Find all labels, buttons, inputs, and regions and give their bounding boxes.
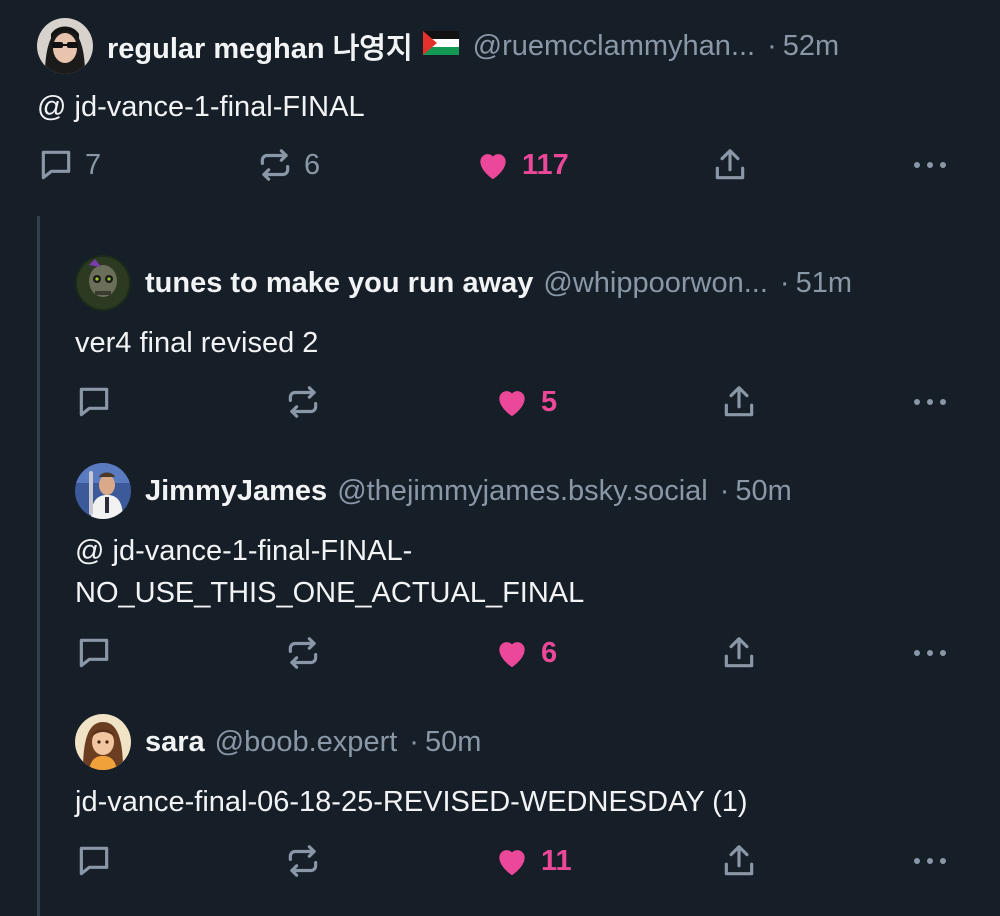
action-bar: 5 bbox=[0, 383, 1000, 423]
repost-icon bbox=[288, 637, 318, 669]
author-handle[interactable]: @whippoorwon... bbox=[543, 267, 768, 300]
repost-icon bbox=[260, 149, 290, 181]
post-time[interactable]: 50m bbox=[425, 726, 481, 759]
like-count: 11 bbox=[541, 844, 572, 877]
palestine-flag-icon bbox=[422, 30, 459, 63]
reply-button[interactable] bbox=[75, 383, 113, 421]
like-button[interactable]: 6 bbox=[493, 634, 557, 672]
author-name[interactable]: tunes to make you run away bbox=[145, 267, 533, 300]
reply-icon bbox=[79, 638, 109, 668]
more-icon bbox=[914, 650, 946, 656]
reply-button[interactable] bbox=[75, 842, 113, 880]
share-icon bbox=[724, 637, 754, 668]
repost-count: 6 bbox=[304, 148, 321, 181]
more-button[interactable] bbox=[910, 146, 950, 184]
action-bar: 7 6 117 bbox=[0, 146, 1000, 186]
time-separator: · bbox=[779, 266, 790, 299]
thread-line bbox=[37, 216, 40, 916]
author-name[interactable]: JimmyJames bbox=[145, 475, 327, 508]
reply-icon bbox=[79, 387, 109, 417]
time-separator: · bbox=[719, 474, 730, 507]
post-text-line: @ jd-vance-1-final-FINAL- bbox=[75, 535, 413, 567]
reply-icon bbox=[41, 150, 71, 180]
more-button[interactable] bbox=[910, 634, 950, 672]
more-icon bbox=[914, 399, 946, 405]
reply-count: 7 bbox=[85, 148, 102, 181]
action-bar: 11 bbox=[0, 842, 1000, 882]
avatar[interactable] bbox=[75, 255, 131, 311]
post-text: jd-vance-final-06-18-25-REVISED-WEDNESDA… bbox=[75, 786, 748, 818]
share-icon bbox=[715, 149, 745, 180]
repost-button[interactable]: 6 bbox=[256, 146, 320, 184]
share-button[interactable] bbox=[720, 634, 758, 672]
repost-button[interactable] bbox=[284, 842, 322, 880]
heart-icon bbox=[499, 850, 525, 876]
post-text: ver4 final revised 2 bbox=[75, 327, 319, 359]
more-icon bbox=[914, 858, 946, 864]
like-button[interactable]: 117 bbox=[474, 146, 569, 184]
share-button[interactable] bbox=[711, 146, 749, 184]
share-button[interactable] bbox=[720, 842, 758, 880]
author-handle[interactable]: @boob.expert bbox=[215, 726, 398, 759]
author-name[interactable]: regular meghan 나영지 bbox=[107, 25, 413, 67]
avatar[interactable] bbox=[75, 714, 131, 770]
heart-icon bbox=[499, 391, 525, 417]
repost-icon bbox=[288, 386, 318, 418]
reply-icon bbox=[79, 846, 109, 876]
post-text: @ jd-vance-1-final-FINAL bbox=[37, 91, 365, 123]
like-button[interactable]: 11 bbox=[493, 842, 572, 880]
heart-icon bbox=[499, 642, 525, 668]
like-count: 5 bbox=[541, 385, 558, 418]
share-icon bbox=[724, 386, 754, 417]
post-time[interactable]: 52m bbox=[783, 30, 839, 63]
time-separator: · bbox=[767, 29, 777, 62]
repost-button[interactable] bbox=[284, 383, 322, 421]
time-separator: · bbox=[409, 725, 419, 758]
reply-button[interactable]: 7 bbox=[37, 146, 101, 184]
share-button[interactable] bbox=[720, 383, 758, 421]
more-icon bbox=[914, 162, 946, 168]
heart-icon bbox=[480, 154, 506, 180]
avatar[interactable] bbox=[75, 463, 131, 519]
action-bar: 6 bbox=[0, 634, 1000, 674]
like-count: 117 bbox=[522, 148, 569, 181]
avatar[interactable] bbox=[37, 18, 93, 74]
share-icon bbox=[724, 845, 754, 876]
post-time[interactable]: 51m bbox=[796, 267, 852, 300]
like-button[interactable]: 5 bbox=[493, 383, 557, 421]
like-count: 6 bbox=[541, 636, 558, 669]
author-handle[interactable]: @ruemcclammyhan... bbox=[473, 30, 755, 63]
author-name[interactable]: sara bbox=[145, 726, 205, 759]
repost-button[interactable] bbox=[284, 634, 322, 672]
more-button[interactable] bbox=[910, 383, 950, 421]
more-button[interactable] bbox=[910, 842, 950, 880]
post-text-line: NO_USE_THIS_ONE_ACTUAL_FINAL bbox=[75, 577, 585, 609]
post-time[interactable]: 50m bbox=[735, 475, 791, 508]
author-handle[interactable]: @thejimmyjames.bsky.social bbox=[337, 475, 708, 508]
reply-button[interactable] bbox=[75, 634, 113, 672]
post-text: @ jd-vance-1-final-FINAL- NO_USE_THIS_ON… bbox=[75, 530, 584, 614]
repost-icon bbox=[288, 845, 318, 877]
